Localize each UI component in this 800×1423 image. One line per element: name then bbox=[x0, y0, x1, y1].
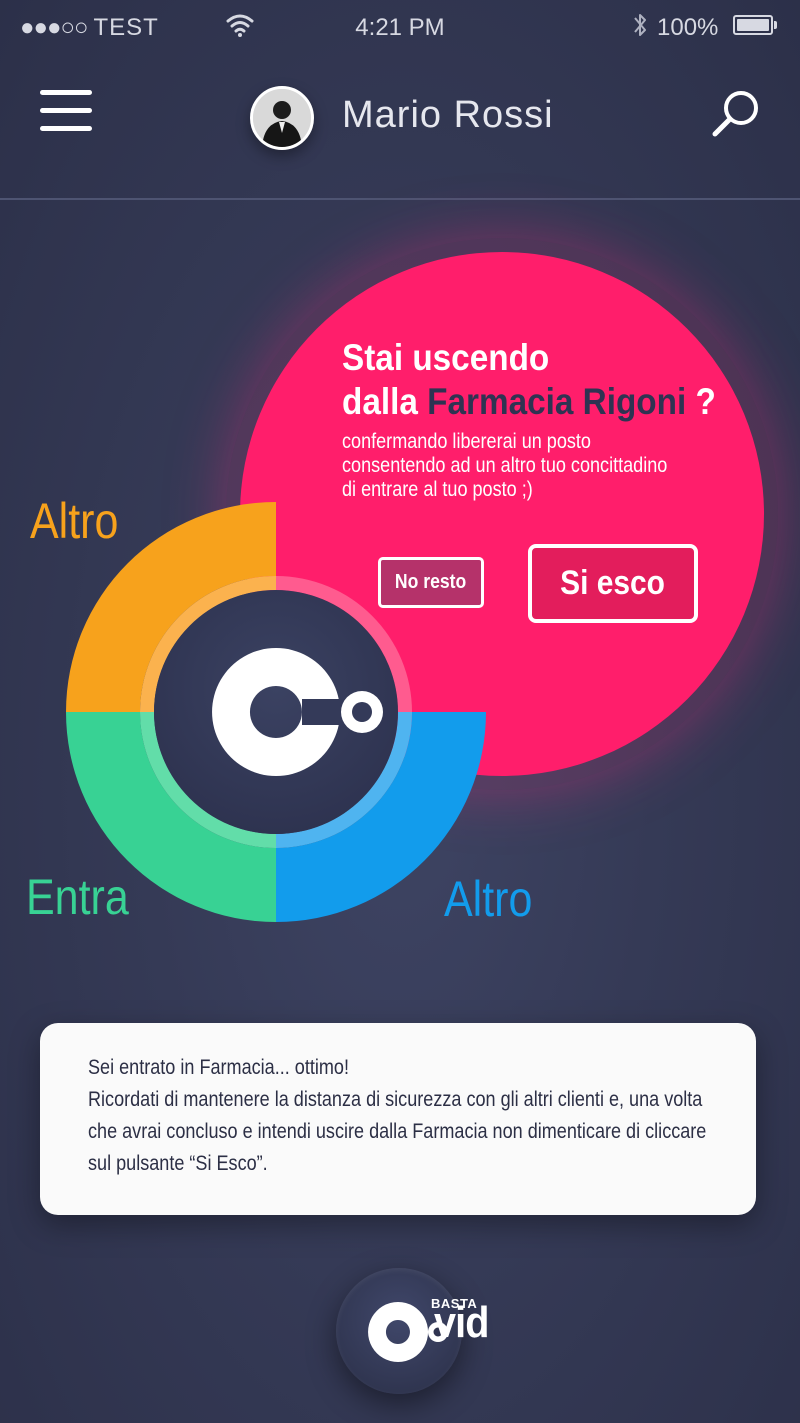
label-altro-bottom[interactable]: Altro bbox=[444, 870, 532, 928]
info-line: sul pulsante “Si Esco”. bbox=[88, 1152, 268, 1175]
avatar[interactable] bbox=[250, 86, 314, 150]
user-name: Mario Rossi bbox=[342, 94, 554, 136]
user-silhouette-icon bbox=[253, 89, 311, 147]
info-card-text: Sei entrato in Farmacia... ottimo! Ricor… bbox=[88, 1052, 707, 1180]
exit-button[interactable]: Si esco bbox=[528, 544, 698, 623]
info-line: Sei entrato in Farmacia... ottimo! bbox=[88, 1056, 349, 1079]
action-wheel bbox=[66, 502, 486, 922]
app-header: Mario Rossi bbox=[0, 56, 800, 200]
dialog-message-line: consentendo ad un altro tuo concittadino bbox=[342, 454, 668, 477]
pharmacy-name: Farmacia Rigoni bbox=[427, 381, 687, 422]
dialog-title-line2: dalla Farmacia Rigoni ? bbox=[342, 380, 716, 424]
label-altro-top[interactable]: Altro bbox=[30, 492, 118, 550]
dialog-title-prefix: dalla bbox=[342, 381, 418, 422]
battery-icon bbox=[733, 15, 777, 35]
dialog-title-suffix: ? bbox=[695, 381, 716, 422]
dialog-message-line: di entrare al tuo posto ;) bbox=[342, 478, 533, 501]
info-line: Ricordati di mantenere la distanza di si… bbox=[88, 1088, 703, 1111]
search-icon[interactable] bbox=[708, 86, 764, 142]
logo-vid-text: vid bbox=[434, 1298, 489, 1347]
bluetooth-icon bbox=[634, 14, 646, 36]
dialog-title: Stai uscendo dalla Farmacia Rigoni ? bbox=[342, 336, 716, 424]
status-bar: ●●●○○ TEST 4:21 PM 100% bbox=[0, 0, 800, 56]
exit-button-label: Si esco bbox=[560, 564, 666, 602]
menu-button[interactable] bbox=[40, 90, 92, 132]
dialog-message: confermando libererai un posto consenten… bbox=[342, 430, 667, 502]
info-line: che avrai concluso e intendi uscire dall… bbox=[88, 1120, 707, 1143]
label-entra[interactable]: Entra bbox=[26, 868, 129, 926]
dialog-message-line: confermando libererai un posto bbox=[342, 430, 591, 453]
battery-percent: 100% bbox=[657, 14, 719, 41]
dialog-title-line1: Stai uscendo bbox=[342, 337, 550, 378]
